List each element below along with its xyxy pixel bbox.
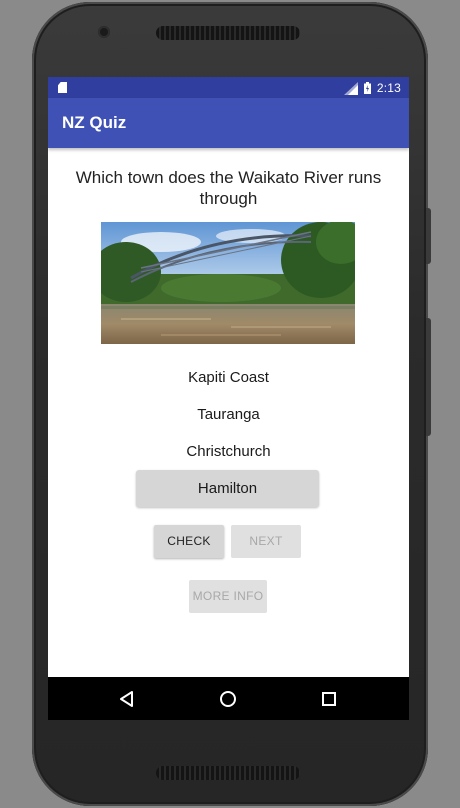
question-text: Which town does the Waikato River runs t… (75, 168, 382, 208)
option-christchurch[interactable]: Christchurch (48, 443, 409, 460)
option-kapiti-coast[interactable]: Kapiti Coast (48, 369, 409, 386)
battery-icon (363, 82, 371, 94)
status-bar: 2:13 (48, 77, 409, 98)
next-button[interactable]: NEXT (231, 525, 301, 558)
power-button (426, 208, 431, 264)
check-button[interactable]: CHECK (154, 525, 224, 558)
top-speaker (156, 26, 300, 40)
more-info-button[interactable]: MORE INFO (189, 580, 267, 613)
app-bar: NZ Quiz (48, 98, 409, 148)
sd-card-icon (58, 82, 67, 93)
app-title: NZ Quiz (62, 113, 127, 132)
signal-icon (343, 81, 358, 95)
app-screen: 2:13 NZ Quiz Which town does the Waikato… (48, 77, 409, 720)
status-icons: 2:13 (343, 80, 401, 96)
status-time: 2:13 (376, 81, 401, 95)
option-hamilton-selected[interactable]: Hamilton (136, 470, 319, 507)
option-tauranga[interactable]: Tauranga (48, 406, 409, 423)
back-icon[interactable] (116, 688, 138, 710)
volume-button (426, 318, 431, 436)
recents-icon[interactable] (318, 688, 340, 710)
bridge-photo (101, 222, 355, 344)
front-camera (98, 26, 110, 38)
option-hamilton-label: Hamilton (197, 480, 258, 497)
navigation-bar (48, 677, 409, 720)
bottom-speaker (156, 766, 300, 780)
home-icon[interactable] (217, 688, 239, 710)
